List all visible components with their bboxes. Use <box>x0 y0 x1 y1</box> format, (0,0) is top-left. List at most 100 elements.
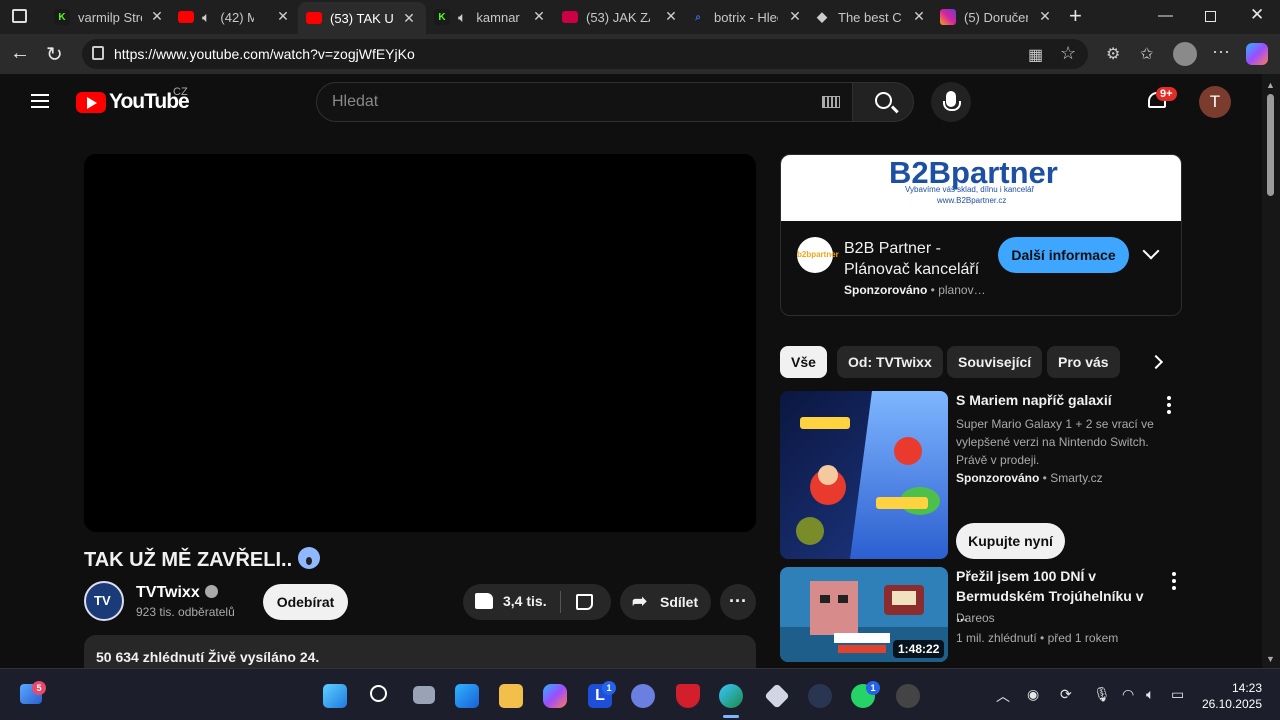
copilot-icon[interactable] <box>1246 43 1268 65</box>
hamburger-menu-icon[interactable] <box>31 94 49 108</box>
settings-more-icon[interactable]: ⋯ <box>1212 42 1230 63</box>
more-actions-button[interactable]: ··· <box>720 584 756 620</box>
steam-icon[interactable] <box>808 684 832 708</box>
subscribe-button[interactable]: Odebírat <box>263 584 348 620</box>
search-input[interactable]: Hledat <box>316 82 853 122</box>
file-explorer-icon[interactable] <box>499 684 523 708</box>
scrollbar-thumb[interactable] <box>1267 94 1274 196</box>
scroll-down-arrow-icon[interactable]: ▼ <box>1266 654 1275 664</box>
close-tab-icon[interactable]: ✕ <box>664 8 678 25</box>
tab-0[interactable]: K varmilp Stre ✕ <box>54 4 164 30</box>
scroll-up-arrow-icon[interactable]: ▲ <box>1266 80 1275 90</box>
close-tab-icon[interactable]: ✕ <box>1038 8 1052 25</box>
voice-search-button[interactable] <box>931 82 971 122</box>
chip-for-you[interactable]: Pro vás <box>1047 346 1120 378</box>
tab-1[interactable]: 🔈︎ (42) Ma ✕ <box>178 4 290 30</box>
audio-playing-icon[interactable]: 🔈︎ <box>458 9 466 26</box>
share-arrow-icon: ➦ <box>632 591 648 611</box>
channel-avatar[interactable] <box>84 581 124 621</box>
close-tab-icon[interactable]: ✕ <box>532 8 546 25</box>
kick-icon: K <box>434 9 450 25</box>
app-available-icon[interactable]: ▦ <box>1028 45 1043 65</box>
tab-6[interactable]: ◆ The best Ch ✕ <box>814 4 926 30</box>
ad-cta-button[interactable]: Další informace <box>998 237 1129 273</box>
close-tab-icon[interactable]: ✕ <box>788 8 802 25</box>
chip-from-channel[interactable]: Od: TVTwixx <box>837 346 943 378</box>
rec-title[interactable]: S Mariem napříč galaxií <box>956 390 1146 410</box>
tab-2-active[interactable]: (53) TAK UŽ ✕ <box>298 2 426 34</box>
task-view-icon[interactable] <box>413 686 435 704</box>
tab-5[interactable]: ⌕ botrix - Hled ✕ <box>690 4 802 30</box>
thumbs-down-icon[interactable] <box>576 594 593 610</box>
sync-icon[interactable]: ⟳ <box>1060 686 1072 703</box>
close-tab-icon[interactable]: ✕ <box>150 8 164 25</box>
chevron-down-icon[interactable] <box>1142 242 1160 260</box>
tab-7[interactable]: (5) Doručen ✕ <box>940 4 1052 30</box>
scared-face-emoji-icon <box>298 547 321 569</box>
buy-now-button[interactable]: Kupujte nyní <box>956 523 1065 559</box>
chip-related[interactable]: Související <box>947 346 1043 378</box>
address-bar[interactable]: https://www.youtube.com/watch?v=zogjWfEY… <box>82 39 1088 69</box>
show-hidden-icons-chevron[interactable]: ︿ <box>996 686 1010 706</box>
maximize-icon[interactable] <box>1205 11 1216 22</box>
microphone-icon <box>943 91 961 111</box>
shield-app-icon[interactable] <box>676 684 700 708</box>
share-button[interactable]: ➦ Sdílet <box>620 584 711 620</box>
like-button[interactable]: 3,4 tis. <box>475 593 547 609</box>
microphone-tray-icon[interactable]: 🎙︎ <box>1093 686 1111 703</box>
tab-actions-icon[interactable] <box>12 9 27 23</box>
keyboard-icon[interactable] <box>822 96 840 108</box>
youtube-play-icon <box>76 91 106 113</box>
favorites-icon[interactable]: ✩ <box>1140 44 1153 64</box>
volume-icon[interactable]: 🔈︎ <box>1146 686 1154 703</box>
battery-icon[interactable]: ▭ <box>1171 686 1184 703</box>
page-scrollbar[interactable]: ▲ ▼ <box>1262 74 1280 668</box>
chevron-right-icon[interactable] <box>1148 354 1164 370</box>
search-button[interactable] <box>852 82 914 122</box>
taskbar-search-icon[interactable] <box>370 685 387 702</box>
arc-app-icon[interactable] <box>631 684 655 708</box>
close-tab-icon[interactable]: ✕ <box>276 8 290 25</box>
close-tab-icon[interactable]: ✕ <box>912 8 926 25</box>
clock[interactable]: 14:23 26.10.2025 <box>1200 680 1262 712</box>
account-avatar[interactable]: T <box>1199 86 1231 118</box>
more-options-icon[interactable] <box>1167 396 1171 417</box>
reload-icon[interactable]: ↻ <box>46 42 63 67</box>
favorite-star-icon[interactable]: ☆ <box>1060 43 1076 64</box>
close-tab-icon[interactable]: ✕ <box>402 10 416 27</box>
audio-playing-icon[interactable]: 🔈︎ <box>202 9 210 26</box>
rec-sponsored-meta: Sponzorováno • Smarty.cz <box>956 471 1103 485</box>
advertiser-logo[interactable]: b2bpartner <box>797 237 839 273</box>
copilot-taskbar-icon[interactable] <box>543 684 567 708</box>
edge-browser-icon[interactable] <box>719 684 743 708</box>
mario-galaxy-thumbnail[interactable] <box>780 391 948 559</box>
close-window-icon[interactable]: ✕ <box>1250 5 1264 25</box>
wifi-icon[interactable]: ◠ <box>1122 686 1134 703</box>
youtube-logo[interactable]: YouTube CZ <box>76 86 190 114</box>
chip-all[interactable]: Vše <box>780 346 827 378</box>
whatsapp-badge: 1 <box>866 681 880 695</box>
app-diamond-icon[interactable] <box>764 683 790 709</box>
rec-channel[interactable]: Dareos <box>956 609 995 627</box>
tab-4[interactable]: (53) JAK ZAČ ✕ <box>562 4 678 30</box>
channel-name[interactable]: TVTwixx <box>136 584 218 602</box>
tab-3[interactable]: K 🔈︎ kamnar ✕ <box>434 4 546 30</box>
ad-banner[interactable]: B2Bpartner Vybavíme váš sklad, dílnu i k… <box>781 155 1181 221</box>
minimize-icon[interactable]: — <box>1158 7 1173 24</box>
tray-app-icon[interactable]: ◉ <box>1027 686 1039 703</box>
video-player[interactable] <box>84 154 756 532</box>
more-options-icon[interactable] <box>1172 572 1176 593</box>
url-text[interactable]: https://www.youtube.com/watch?v=zogjWfEY… <box>114 46 415 62</box>
back-arrow-icon[interactable]: ← <box>10 42 30 65</box>
ad-card[interactable]: B2Bpartner Vybavíme váš sklad, dílnu i k… <box>780 154 1182 316</box>
profile-avatar[interactable] <box>1173 42 1197 66</box>
description-box[interactable]: 50 634 zhlédnutí Živě vysíláno 24. <box>84 635 756 668</box>
ad-title[interactable]: B2B Partner - Plánovač kanceláří <box>844 238 990 280</box>
lock-icon[interactable] <box>92 46 104 60</box>
start-windows-icon[interactable] <box>323 684 347 708</box>
settings-app-icon[interactable] <box>896 684 920 708</box>
microsoft-store-icon[interactable] <box>455 684 479 708</box>
extensions-icon[interactable]: ⚙ <box>1106 44 1120 64</box>
new-tab-button[interactable]: + <box>1069 3 1082 29</box>
instagram-icon <box>940 9 956 25</box>
